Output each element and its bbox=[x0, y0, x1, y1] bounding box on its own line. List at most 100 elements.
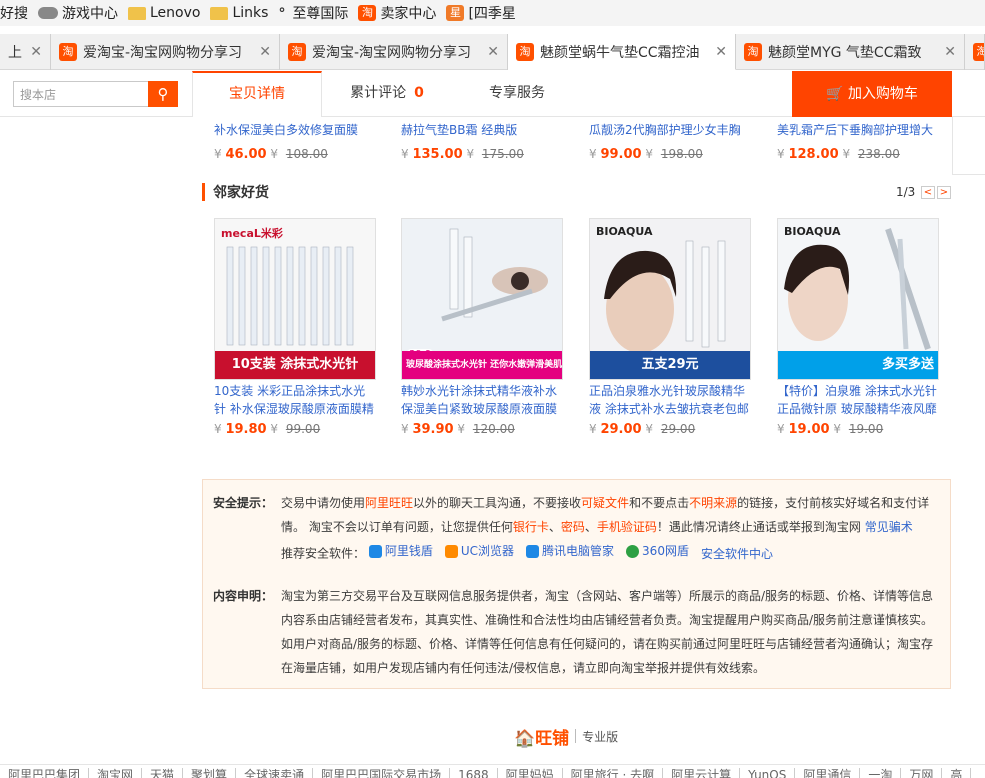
browser-tab[interactable]: 淘爱淘宝-淘宝网购物分享习 ✕ bbox=[280, 34, 508, 70]
browser-tab-partial[interactable]: 淘 bbox=[965, 34, 985, 70]
software-name: UC浏览器 bbox=[460, 544, 515, 558]
product-image[interactable]: BIOAQUA买1送1 买2送2多买多送 bbox=[777, 218, 939, 380]
bookmark-label: 卖家中心 bbox=[380, 6, 437, 22]
previous-product-item[interactable]: 赫拉气垫BB霜 经典版 ¥ 135.00 ¥ 175.00 bbox=[401, 121, 566, 162]
footer-link[interactable]: 高 bbox=[942, 768, 972, 778]
previous-product-item[interactable]: 补水保湿美白多效修复面膜 ¥ 46.00 ¥ 108.00 bbox=[214, 121, 379, 162]
footer-link[interactable]: 阿里巴巴集团 bbox=[0, 768, 90, 778]
bookmark-item[interactable]: 好搜 bbox=[0, 3, 28, 23]
bookmark-label: Lenovo bbox=[150, 5, 201, 21]
bookmark-item[interactable]: Links bbox=[210, 5, 268, 21]
product-card[interactable]: 39.9玻尿酸涂抹式水光针 还你水嫩弹滑美肌韩妙水光针涂抹式精华液补水保湿美白紧… bbox=[401, 218, 563, 437]
product-title[interactable]: 韩妙水光针涂抹式精华液补水保湿美白紧致玻尿酸原液面膜 bbox=[401, 382, 563, 418]
software-uc-browser[interactable]: UC浏览器 bbox=[444, 539, 515, 563]
footer-link[interactable]: 天猫 bbox=[142, 768, 184, 778]
currency-symbol: ¥ bbox=[401, 422, 413, 436]
footer-link[interactable]: 聚划算 bbox=[183, 768, 237, 778]
close-icon[interactable]: ✕ bbox=[259, 44, 271, 60]
original-price: 29.00 bbox=[660, 422, 696, 436]
browser-tab[interactable]: 淘魅颜堂MYG 气垫CC霜致 ✕ bbox=[736, 34, 965, 70]
taobao-icon: 淘 bbox=[288, 43, 306, 61]
bookmark-item[interactable]: 星 [四季星 bbox=[446, 3, 516, 23]
browser-tab[interactable]: 淘爱淘宝-淘宝网购物分享习 ✕ bbox=[51, 34, 280, 70]
product-title[interactable]: 赫拉气垫BB霜 经典版 bbox=[401, 121, 566, 139]
footer-link[interactable]: 阿里云计算 bbox=[663, 768, 741, 778]
product-card[interactable]: BIOAQUA 五支29元 正品泊泉雅水光针玻尿酸精华液 涂抹式补水去皱抗衰老包邮 ¥… bbox=[589, 218, 751, 437]
prev-page-button[interactable]: < bbox=[921, 186, 935, 199]
password-text: 密码 bbox=[560, 520, 585, 534]
aliwangwang-link[interactable]: 阿里旺旺 bbox=[365, 496, 413, 510]
sms-code-text: 手机验证码 bbox=[596, 520, 657, 534]
previous-product-item[interactable]: 美乳霜产后下垂胸部护理增大 ¥ 128.00 ¥ 238.00 bbox=[777, 121, 942, 162]
close-icon[interactable]: ✕ bbox=[487, 44, 499, 60]
wangpu-brand: 🏠旺铺 专业版 bbox=[514, 724, 618, 749]
currency-symbol: ¥ bbox=[214, 147, 226, 161]
product-title[interactable]: 10支装 米彩正品涂抹式水光针 补水保湿玻尿酸原液面膜精 bbox=[214, 382, 376, 418]
promo-banner: 多买多送 bbox=[778, 351, 938, 379]
bookmark-item[interactable]: 游戏中心 bbox=[38, 3, 118, 23]
promo-banner: 玻尿酸涂抹式水光针 还你水嫩弹滑美肌 bbox=[402, 351, 562, 379]
footer-link[interactable]: 阿里妈妈 bbox=[497, 768, 563, 778]
software-center[interactable]: 安全软件中心 bbox=[701, 542, 773, 566]
footer-link[interactable]: 万网 bbox=[901, 768, 943, 778]
tab-product-detail[interactable]: 宝贝详情 bbox=[192, 71, 322, 117]
product-card[interactable]: BIOAQUA买1送1 买2送2多买多送【特价】泊泉雅 涂抹式水光针正品微针原 … bbox=[777, 218, 939, 437]
footer-link[interactable]: 阿里旅行 · 去啊 bbox=[562, 768, 664, 778]
brand-logo: BIOAQUA bbox=[596, 225, 653, 238]
gamepad-icon bbox=[38, 7, 58, 19]
software-name: 腾讯电脑管家 bbox=[542, 544, 615, 558]
product-image[interactable]: 39.9玻尿酸涂抹式水光针 还你水嫩弹滑美肌 bbox=[401, 218, 563, 380]
product-title[interactable]: 美乳霜产后下垂胸部护理增大 bbox=[777, 121, 942, 139]
bookmark-item[interactable]: 淘卖家中心 bbox=[358, 3, 436, 23]
add-to-cart-button[interactable]: 🛒 加入购物车 bbox=[792, 71, 952, 117]
bookmark-label: 游戏中心 bbox=[62, 6, 118, 22]
current-price: 39.90 bbox=[412, 422, 454, 437]
footer-link[interactable]: 1688 bbox=[450, 768, 498, 778]
close-icon[interactable]: ✕ bbox=[715, 44, 727, 60]
original-price: 198.00 bbox=[660, 147, 703, 161]
bookmark-item[interactable]: Lenovo bbox=[128, 5, 200, 21]
software-tencent-manager[interactable]: 腾讯电脑管家 bbox=[526, 539, 614, 563]
shop-search-input[interactable]: 搜本店 bbox=[13, 81, 149, 107]
safety-sep-1: 、 bbox=[548, 520, 561, 534]
bookmark-label: [四季星 bbox=[468, 6, 516, 22]
software-alipay-shield[interactable]: 阿里钱盾 bbox=[368, 539, 433, 563]
footer-link[interactable]: 淘宝网 bbox=[89, 768, 143, 778]
current-price: 135.00 bbox=[412, 147, 463, 162]
safety-text-3: 和不要点击 bbox=[629, 496, 690, 510]
close-icon[interactable]: ✕ bbox=[30, 44, 42, 60]
previous-product-row: 补水保湿美白多效修复面膜 ¥ 46.00 ¥ 108.00 赫拉气垫BB霜 经典版 ¥… bbox=[0, 117, 985, 172]
bookmark-label: Links bbox=[232, 5, 269, 21]
software-360[interactable]: 360网盾 bbox=[626, 539, 689, 563]
previous-product-item[interactable]: 瓜靓汤2代胸部护理少女丰胸 ¥ 99.00 ¥ 198.00 bbox=[589, 121, 754, 162]
next-page-button[interactable]: > bbox=[937, 186, 951, 199]
footer-link[interactable]: 阿里巴巴国际交易市场 bbox=[313, 768, 451, 778]
browser-tab[interactable]: 上网 ✕ bbox=[0, 34, 51, 70]
tab-exclusive-service[interactable]: 专享服务 bbox=[452, 71, 582, 117]
product-image[interactable]: BIOAQUA 五支29元 bbox=[589, 218, 751, 380]
common-scams-link[interactable]: 常见骗术 bbox=[865, 520, 913, 534]
product-image[interactable]: mecaL米彩 10支装 涂抹式水光针 bbox=[214, 218, 376, 380]
browser-tab[interactable]: 淘魅颜堂蜗牛气垫CC霜控油 ✕ bbox=[508, 34, 736, 70]
footer-link[interactable]: YunOS bbox=[740, 768, 796, 778]
currency-symbol: ¥ bbox=[641, 422, 657, 436]
tab-reviews[interactable]: 累计评论 0 bbox=[322, 71, 452, 117]
product-title[interactable]: 正品泊泉雅水光针玻尿酸精华液 涂抹式补水去皱抗衰老包邮 bbox=[589, 382, 751, 418]
search-button[interactable]: ⚲ bbox=[148, 81, 178, 107]
taobao-icon: 淘 bbox=[516, 42, 534, 61]
recommended-software: 推荐安全软件： 阿里钱盾 UC浏览器 腾讯电脑管家 360网盾 安全软件中心 bbox=[281, 539, 939, 566]
product-title[interactable]: 【特价】泊泉雅 涂抹式水光针正品微针原 玻尿酸精华液风靡 bbox=[777, 382, 939, 418]
currency-symbol: ¥ bbox=[838, 147, 854, 161]
product-card[interactable]: mecaL米彩 10支装 涂抹式水光针 10支装 米彩正品涂抹式水光针 补水保湿玻尿… bbox=[214, 218, 376, 437]
product-title[interactable]: 瓜靓汤2代胸部护理少女丰胸 bbox=[589, 121, 754, 139]
footer-link[interactable]: 全球速卖通 bbox=[236, 768, 314, 778]
site-footer: 阿里巴巴集团 淘宝网 天猫 聚划算 全球速卖通 阿里巴巴国际交易市场 1688 阿里妈妈 阿里旅… bbox=[0, 764, 985, 778]
close-icon[interactable]: ✕ bbox=[944, 44, 956, 60]
bookmark-item[interactable]: ° 至尊国际 bbox=[278, 3, 348, 23]
current-price: 46.00 bbox=[225, 147, 267, 162]
footer-link[interactable]: 阿里通信 bbox=[795, 768, 861, 778]
safety-text-1: 交易中请勿使用 bbox=[281, 496, 366, 510]
product-title[interactable]: 补水保湿美白多效修复面膜 bbox=[214, 121, 379, 139]
current-price: 29.00 bbox=[600, 422, 642, 437]
footer-link[interactable]: 一淘 bbox=[860, 768, 902, 778]
